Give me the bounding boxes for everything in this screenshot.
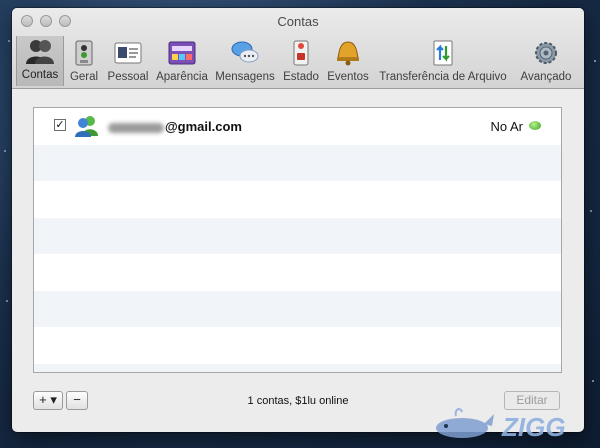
advanced-icon — [532, 40, 560, 66]
events-icon — [334, 40, 362, 66]
tab-status-label: Estado — [283, 71, 319, 83]
empty-row — [34, 327, 561, 364]
tab-accounts[interactable]: Contas — [16, 36, 64, 86]
msn-buddy-icon — [74, 114, 100, 138]
account-row[interactable]: ✓ @gmail.com No Ar — [34, 108, 561, 145]
status-icon — [287, 40, 315, 66]
tab-personal-label: Pessoal — [107, 71, 149, 83]
account-status-label: No Ar — [490, 119, 523, 134]
online-status-icon — [529, 121, 541, 130]
account-email-domain: @gmail.com — [165, 119, 242, 134]
file-transfer-icon — [429, 40, 457, 66]
tab-general-label: Geral — [69, 71, 99, 83]
tab-general[interactable]: Geral — [64, 38, 104, 84]
empty-row — [34, 217, 561, 254]
general-icon — [70, 40, 98, 66]
empty-row — [34, 254, 561, 291]
watermark-text: ZIGG — [501, 412, 566, 442]
tab-accounts-label: Contas — [21, 69, 59, 81]
account-email: @gmail.com — [108, 119, 242, 134]
tab-appearance[interactable]: Aparência — [152, 38, 212, 84]
tab-events[interactable]: Eventos — [324, 38, 372, 84]
tab-advanced-label: Avançado — [520, 71, 572, 83]
empty-row — [34, 181, 561, 218]
tab-advanced[interactable]: Avançado — [514, 38, 578, 84]
accounts-icon — [26, 38, 54, 64]
accounts-list[interactable]: ✓ @gmail.com No Ar — [33, 107, 562, 373]
empty-row — [34, 290, 561, 327]
appearance-icon — [168, 40, 196, 66]
tab-messages[interactable]: Mensagens — [214, 38, 276, 84]
zigg-watermark-logo: ZIGG — [430, 402, 580, 442]
empty-row — [34, 144, 561, 181]
empty-row — [34, 363, 561, 372]
window-title: Contas — [277, 14, 319, 29]
personal-icon — [114, 40, 142, 66]
tab-status[interactable]: Estado — [280, 38, 322, 84]
tab-file-transfer-label: Transferência de Arquivo — [379, 71, 507, 83]
redacted-username — [108, 122, 164, 133]
tab-file-transfer[interactable]: Transferência de Arquivo — [376, 38, 510, 84]
tab-events-label: Eventos — [327, 71, 369, 83]
tab-personal[interactable]: Pessoal — [106, 38, 150, 84]
tab-messages-label: Mensagens — [215, 71, 275, 83]
preferences-window: Contas Contas Geral Pessoal Aparência Me… — [12, 8, 584, 432]
messages-icon — [231, 40, 259, 66]
tab-appearance-label: Aparência — [156, 71, 208, 83]
account-enabled-checkbox[interactable]: ✓ — [54, 119, 66, 131]
